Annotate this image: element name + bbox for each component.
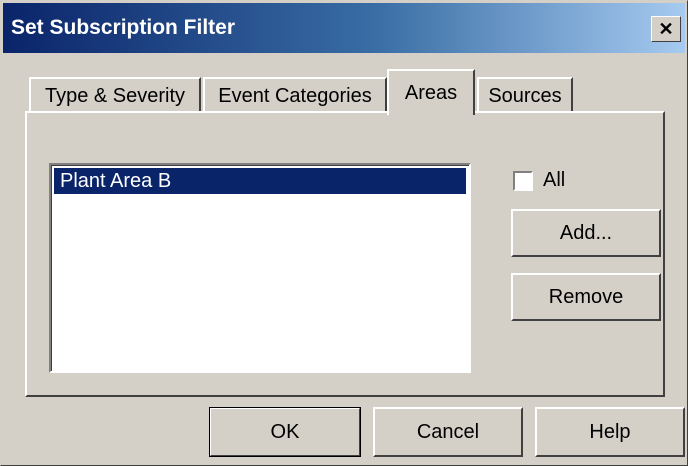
remove-button[interactable]: Remove	[511, 273, 661, 321]
ok-button[interactable]: OK	[209, 407, 361, 457]
list-item[interactable]: Plant Area B	[54, 168, 466, 194]
cancel-button[interactable]: Cancel	[373, 407, 523, 457]
areas-listbox[interactable]: Plant Area B	[49, 163, 471, 373]
tab-areas[interactable]: Areas	[387, 69, 475, 115]
tab-sources[interactable]: Sources	[477, 77, 573, 113]
help-button[interactable]: Help	[535, 407, 685, 457]
add-button[interactable]: Add...	[511, 209, 661, 257]
close-button[interactable]: ✕	[651, 16, 681, 42]
close-icon: ✕	[658, 18, 674, 39]
title-bar[interactable]: Set Subscription Filter ✕	[3, 3, 685, 53]
tab-event-categories[interactable]: Event Categories	[203, 77, 387, 113]
dialog-title: Set Subscription Filter	[11, 16, 236, 39]
all-checkbox-row[interactable]: All	[513, 169, 565, 192]
set-subscription-filter-dialog: Set Subscription Filter ✕ Type & Severit…	[0, 0, 688, 466]
all-checkbox[interactable]	[513, 170, 533, 191]
tab-type-severity[interactable]: Type & Severity	[29, 77, 201, 113]
all-checkbox-label: All	[543, 169, 566, 191]
